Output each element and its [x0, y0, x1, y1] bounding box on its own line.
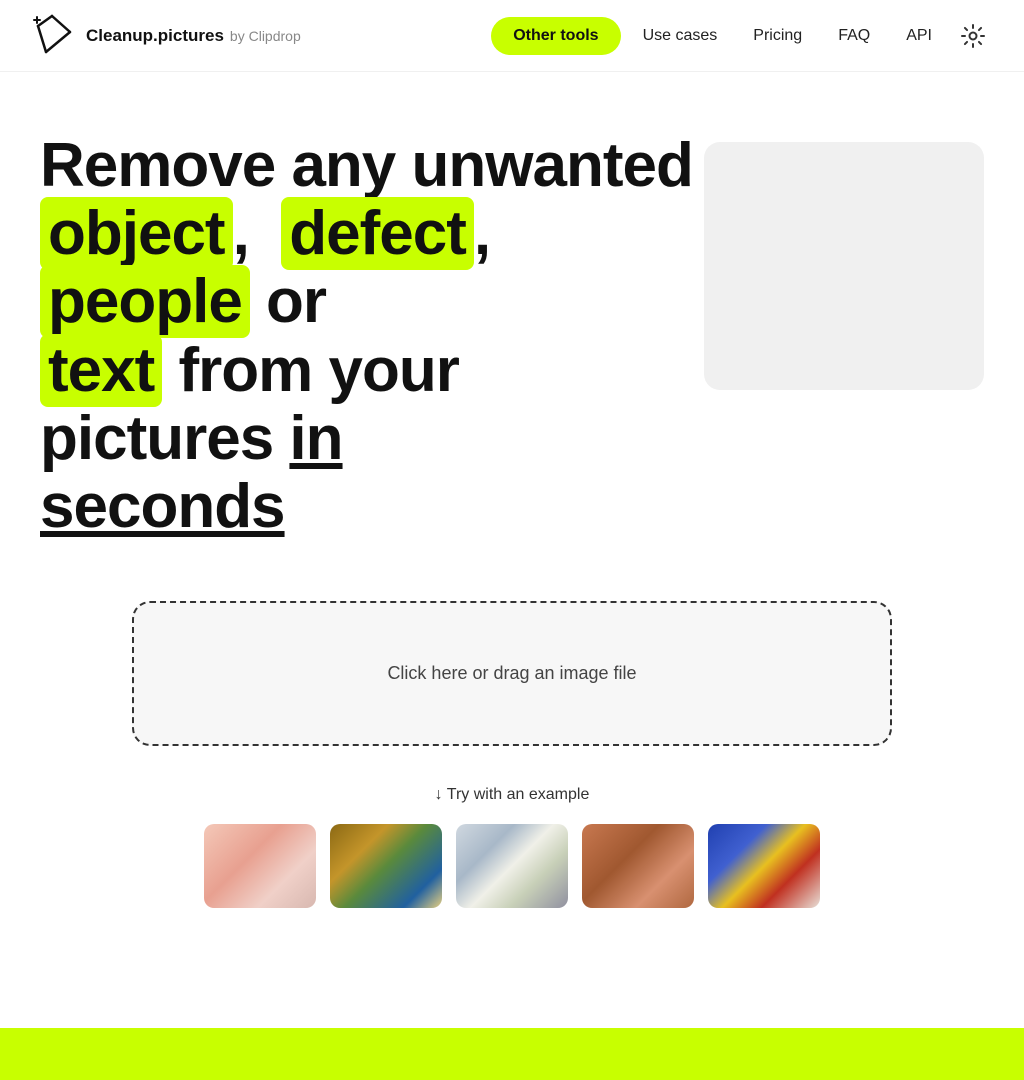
hero-seconds: seconds — [40, 472, 285, 541]
comma2: , — [474, 199, 490, 268]
main-nav: Other tools Use cases Pricing FAQ API — [491, 17, 992, 55]
hero-text: Remove any unwanted object, defect, peop… — [40, 132, 700, 541]
use-cases-link[interactable]: Use cases — [629, 19, 732, 53]
example-thumb-2[interactable] — [330, 824, 442, 908]
hero-image-preview — [704, 142, 984, 390]
logo-icon — [32, 14, 76, 58]
hero-or: or — [266, 267, 326, 336]
api-link[interactable]: API — [892, 19, 946, 53]
hero-section: Remove any unwanted object, defect, peop… — [40, 132, 984, 541]
examples-section: ↓ Try with an example — [40, 786, 984, 908]
footer-bar — [0, 1028, 1024, 1080]
gear-icon — [960, 23, 986, 49]
upload-zone-text: Click here or drag an image file — [387, 663, 636, 683]
example-thumb-5[interactable] — [708, 824, 820, 908]
hero-word-people: people — [40, 265, 250, 338]
logo-area: Cleanup.pictures by Clipdrop — [32, 14, 301, 58]
hero-word-defect: defect — [281, 197, 474, 270]
comma1: , — [233, 199, 249, 268]
hero-title: Remove any unwanted object, defect, peop… — [40, 132, 700, 541]
upload-section: Click here or drag an image file — [132, 601, 892, 746]
example-thumb-4[interactable] — [582, 824, 694, 908]
other-tools-button[interactable]: Other tools — [491, 17, 620, 55]
faq-link[interactable]: FAQ — [824, 19, 884, 53]
upload-zone[interactable]: Click here or drag an image file — [132, 601, 892, 746]
try-example-label: ↓ Try with an example — [40, 786, 984, 804]
logo-byline: by Clipdrop — [230, 28, 301, 44]
example-thumb-3[interactable] — [456, 824, 568, 908]
pricing-link[interactable]: Pricing — [739, 19, 816, 53]
example-thumbs — [40, 824, 984, 908]
settings-button[interactable] — [954, 17, 992, 55]
hero-line1: Remove any unwanted — [40, 131, 693, 200]
hero-in: in — [289, 404, 342, 473]
hero-word-text: text — [40, 334, 162, 407]
example-thumb-1[interactable] — [204, 824, 316, 908]
hero-word-object: object — [40, 197, 233, 270]
logo-name: Cleanup.pictures — [86, 26, 224, 46]
